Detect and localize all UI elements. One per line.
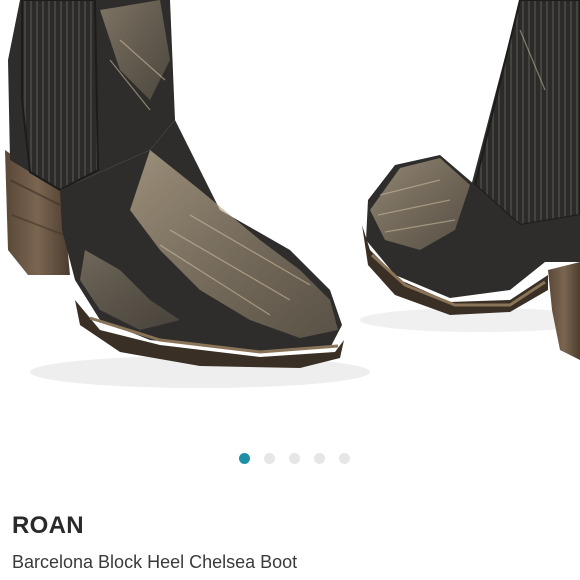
carousel-dot-active[interactable] xyxy=(238,453,250,464)
product-page: ROAN Barcelona Block Heel Chelsea Boot xyxy=(0,0,580,580)
carousel-dot[interactable] xyxy=(313,453,325,464)
product-image-gallery[interactable] xyxy=(0,0,580,430)
product-title[interactable]: Barcelona Block Heel Chelsea Boot xyxy=(12,551,297,573)
carousel-pagination xyxy=(0,453,580,465)
product-photo xyxy=(5,0,580,388)
carousel-dot[interactable] xyxy=(288,453,300,464)
carousel-dot[interactable] xyxy=(338,453,350,464)
product-brand[interactable]: ROAN xyxy=(12,512,84,540)
carousel-dot[interactable] xyxy=(263,453,275,464)
